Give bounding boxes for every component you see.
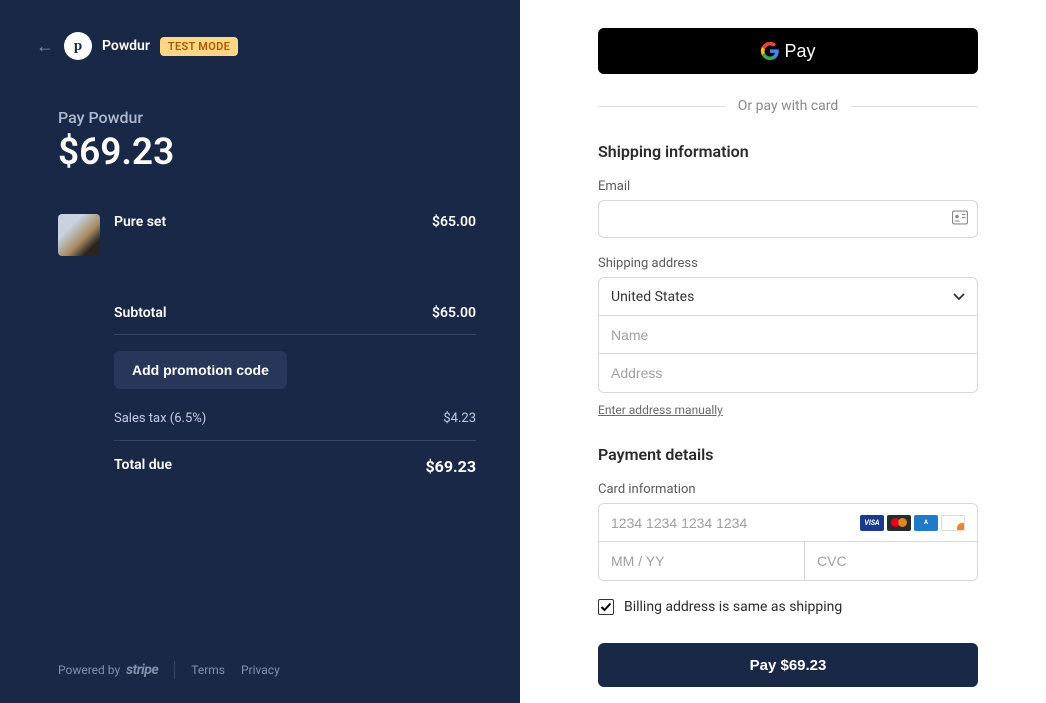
footer: Powered by stripe Terms Privacy xyxy=(36,661,476,679)
or-divider-text: Or pay with card xyxy=(738,98,838,114)
card-info-label: Card information xyxy=(598,482,978,497)
product-row: Pure set $65.00 xyxy=(58,214,476,256)
email-input[interactable] xyxy=(598,200,978,238)
google-g-icon xyxy=(760,41,780,61)
country-value: United States xyxy=(611,289,953,305)
gpay-label: Pay xyxy=(784,41,815,62)
footer-divider xyxy=(174,661,175,679)
shipping-address-group: United States xyxy=(598,277,978,393)
visa-icon: VISA xyxy=(860,515,884,531)
total-row: Total due $69.23 xyxy=(114,441,476,492)
or-divider: Or pay with card xyxy=(598,98,978,114)
line-items: Pure set $65.00 Subtotal $65.00 Add prom… xyxy=(36,214,476,492)
tax-label: Sales tax (6.5%) xyxy=(114,411,206,426)
order-summary-panel: ← p Powdur TEST MODE Pay Powdur $69.23 P… xyxy=(0,0,520,703)
product-image xyxy=(58,214,100,256)
chevron-down-icon xyxy=(953,290,965,304)
card-brand-icons: VISA A xyxy=(860,515,965,531)
header-row: ← p Powdur TEST MODE xyxy=(36,32,476,60)
card-number-input[interactable] xyxy=(611,515,856,531)
amex-icon: A xyxy=(914,515,938,531)
payment-section-title: Payment details xyxy=(598,445,978,464)
merchant-logo: p xyxy=(64,32,92,60)
name-input[interactable] xyxy=(611,327,965,343)
enter-address-manually-link[interactable]: Enter address manually xyxy=(598,403,723,417)
privacy-link[interactable]: Privacy xyxy=(241,663,280,677)
total-label: Total due xyxy=(114,457,172,476)
pay-amount: $69.23 xyxy=(36,131,476,174)
card-expiry-input[interactable] xyxy=(611,553,792,569)
mastercard-icon xyxy=(887,515,911,531)
billing-same-label: Billing address is same as shipping xyxy=(624,599,842,615)
subtotal-value: $65.00 xyxy=(432,305,476,321)
product-name: Pure set xyxy=(114,214,166,230)
address-input[interactable] xyxy=(611,365,965,381)
powered-by: Powered by stripe xyxy=(58,662,158,678)
terms-link[interactable]: Terms xyxy=(191,663,225,677)
shipping-section-title: Shipping information xyxy=(598,142,978,161)
merchant-name: Powdur xyxy=(102,38,150,54)
country-select[interactable]: United States xyxy=(599,278,977,316)
product-price: $65.00 xyxy=(432,214,476,230)
stripe-logo: stripe xyxy=(126,662,158,678)
subtotal-label: Subtotal xyxy=(114,305,167,321)
subtotal-row: Subtotal $65.00 xyxy=(114,292,476,334)
google-pay-button[interactable]: Pay xyxy=(598,28,978,74)
shipping-address-label: Shipping address xyxy=(598,256,978,271)
checkmark-icon xyxy=(600,601,612,613)
test-mode-badge: TEST MODE xyxy=(160,37,238,56)
contact-card-icon xyxy=(952,210,968,229)
add-promo-code-button[interactable]: Add promotion code xyxy=(114,351,287,389)
total-value: $69.23 xyxy=(425,457,476,476)
tax-row: Sales tax (6.5%) $4.23 xyxy=(114,405,476,440)
powered-by-text: Powered by xyxy=(58,663,120,677)
email-label: Email xyxy=(598,179,978,194)
checkout-form-panel: Pay Or pay with card Shipping informatio… xyxy=(520,0,1046,703)
back-arrow-icon[interactable]: ← xyxy=(36,36,54,57)
billing-same-checkbox-row: Billing address is same as shipping xyxy=(598,599,978,615)
tax-value: $4.23 xyxy=(443,411,476,426)
pay-heading: Pay Powdur xyxy=(36,108,476,127)
card-input-group: VISA A xyxy=(598,503,978,581)
billing-same-checkbox[interactable] xyxy=(598,599,614,615)
card-cvc-input[interactable] xyxy=(817,553,978,569)
discover-icon xyxy=(941,515,965,531)
pay-button[interactable]: Pay $69.23 xyxy=(598,643,978,687)
